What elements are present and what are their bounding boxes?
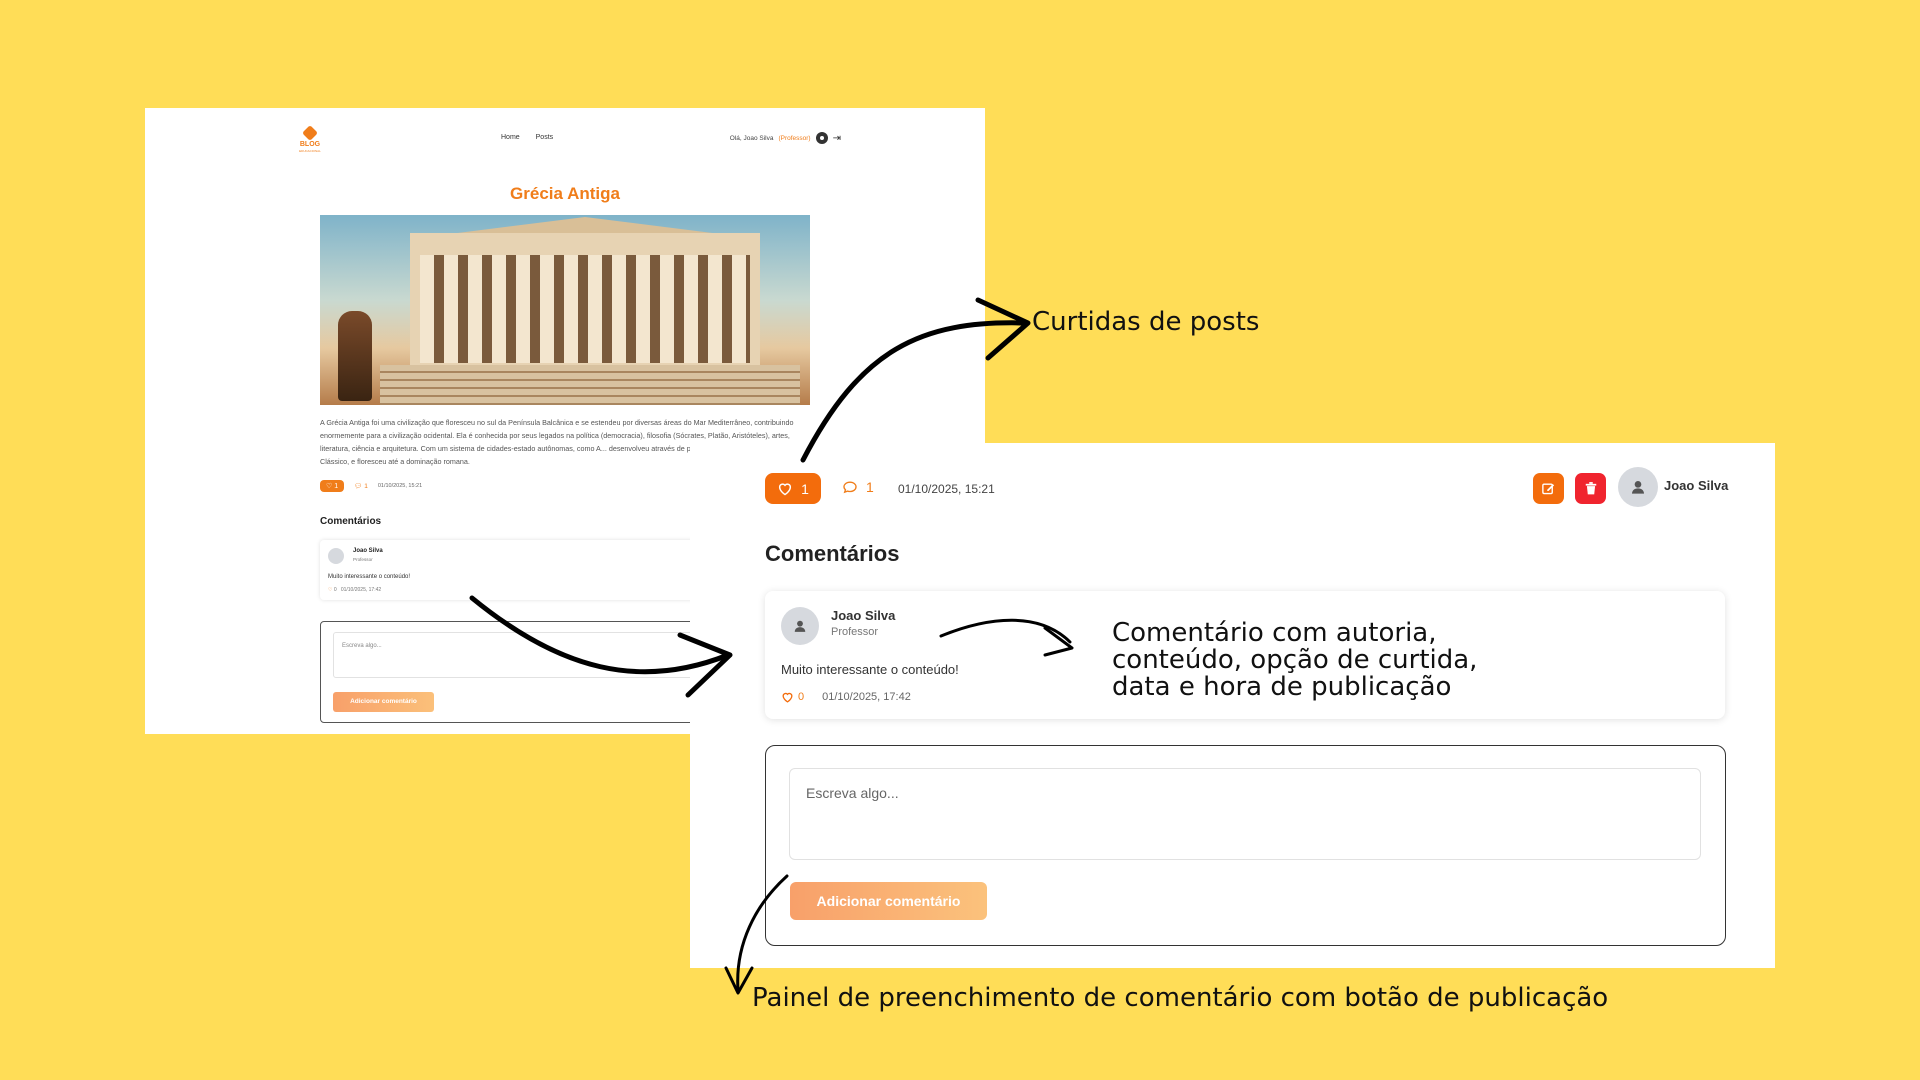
user-avatar-icon bbox=[1632, 481, 1644, 494]
annotation-form: Painel de preenchimento de comentário co… bbox=[752, 983, 1609, 1013]
comment-input[interactable] bbox=[789, 768, 1701, 860]
delete-button[interactable] bbox=[1575, 473, 1606, 504]
avatar[interactable] bbox=[1618, 467, 1658, 507]
comment-meta: ♡ 0 01/10/2025, 17:42 bbox=[328, 587, 381, 593]
comment-like-button[interactable]: 0 bbox=[781, 691, 804, 703]
blog-logo[interactable]: BLOG EDUCACIONAL bbox=[295, 125, 325, 153]
comment-text: Muito interessante o conteúdo! bbox=[328, 574, 411, 580]
post-meta: ♡ 1 💬︎ 1 01/10/2025, 15:21 bbox=[320, 480, 422, 492]
annotation-comment-line2: conteúdo, opção de curtida, bbox=[1112, 645, 1478, 675]
warrior-figure bbox=[338, 311, 372, 401]
annotation-comment-line1: Comentário com autoria, bbox=[1112, 618, 1437, 648]
annotation-comment: Comentário com autoria, conteúdo, opção … bbox=[1112, 620, 1477, 701]
post-comment-count: 💬︎ 1 bbox=[354, 483, 368, 490]
post-date: 01/10/2025, 15:21 bbox=[377, 483, 423, 489]
comment-author: Joao Silva bbox=[353, 548, 383, 554]
user-role: (Professor) bbox=[778, 134, 811, 142]
comments-title: Comentários bbox=[320, 516, 382, 527]
comment-date: 01/10/2025, 17:42 bbox=[822, 691, 911, 703]
heart-icon[interactable]: ♡ bbox=[328, 587, 332, 593]
post-like-count: 1 bbox=[334, 483, 339, 490]
comment-icon bbox=[843, 480, 857, 493]
edit-icon bbox=[1542, 483, 1555, 495]
post-title: Grécia Antiga bbox=[510, 184, 620, 203]
comment-count-value: 1 bbox=[364, 483, 368, 490]
post-like-button[interactable]: ♡ 1 bbox=[320, 480, 345, 492]
user-avatar-icon bbox=[794, 620, 806, 632]
logo-cube-icon bbox=[302, 125, 318, 141]
trash-icon bbox=[1585, 482, 1596, 495]
heart-icon bbox=[782, 692, 793, 703]
comment-like-count: 0 bbox=[333, 587, 337, 593]
zoomed-comments-panel: 1 1 01/10/2025, 15:21 Joao Silva Comentá… bbox=[690, 443, 1775, 968]
post-date: 01/10/2025, 15:21 bbox=[898, 482, 995, 496]
arrowhead-likes bbox=[975, 297, 1031, 361]
comment-role: Professor bbox=[831, 626, 879, 638]
temple-steps bbox=[380, 365, 800, 405]
greeting-text: Olá, Joao Silva bbox=[729, 134, 774, 142]
post-comment-count: 1 bbox=[842, 479, 874, 495]
comment-text: Muito interessante o conteúdo! bbox=[781, 662, 959, 677]
comments-title: Comentários bbox=[765, 541, 900, 566]
author-name: Joao Silva bbox=[1664, 478, 1729, 493]
comment-like-count: 0 bbox=[798, 691, 805, 703]
comment-card: Joao Silva Professor Muito interessante … bbox=[320, 540, 730, 600]
main-nav: Home Posts bbox=[501, 134, 567, 141]
heart-icon bbox=[779, 483, 792, 496]
user-greeting: Olá, Joao Silva (Professor) ⇥ bbox=[730, 132, 841, 144]
user-circle-icon[interactable] bbox=[815, 132, 828, 144]
avatar bbox=[781, 607, 819, 645]
logo-subtext: EDUCACIONAL bbox=[299, 149, 321, 153]
comment-date: 01/10/2025, 17:42 bbox=[340, 587, 382, 593]
post-like-button[interactable]: 1 bbox=[765, 473, 821, 504]
comment-input[interactable]: Escreva algo... bbox=[333, 632, 713, 678]
arrowhead-form bbox=[724, 966, 754, 995]
post-hero-image bbox=[320, 215, 810, 405]
nav-home-link[interactable]: Home bbox=[501, 134, 520, 141]
edit-button[interactable] bbox=[1533, 473, 1564, 504]
avatar bbox=[328, 548, 344, 564]
annotation-comment-line3: data e hora de publicação bbox=[1112, 672, 1452, 702]
comment-form: Adicionar comentário bbox=[765, 745, 1726, 946]
nav-posts-link[interactable]: Posts bbox=[536, 134, 554, 141]
post-like-count: 1 bbox=[801, 480, 809, 497]
comment-role: Professor bbox=[353, 557, 373, 562]
comment-author: Joao Silva bbox=[831, 608, 896, 623]
add-comment-button[interactable]: Adicionar comentário bbox=[333, 692, 434, 712]
comment-count-value: 1 bbox=[866, 479, 874, 495]
temple-columns bbox=[420, 255, 750, 363]
comment-form: Escreva algo... Adicionar comentário bbox=[320, 621, 730, 723]
logo-text: BLOG bbox=[299, 141, 321, 148]
annotation-likes: Curtidas de posts bbox=[1032, 307, 1260, 337]
add-comment-button[interactable]: Adicionar comentário bbox=[790, 882, 987, 920]
logout-icon[interactable]: ⇥ bbox=[833, 133, 841, 144]
comment-meta: 0 01/10/2025, 17:42 bbox=[781, 691, 911, 703]
